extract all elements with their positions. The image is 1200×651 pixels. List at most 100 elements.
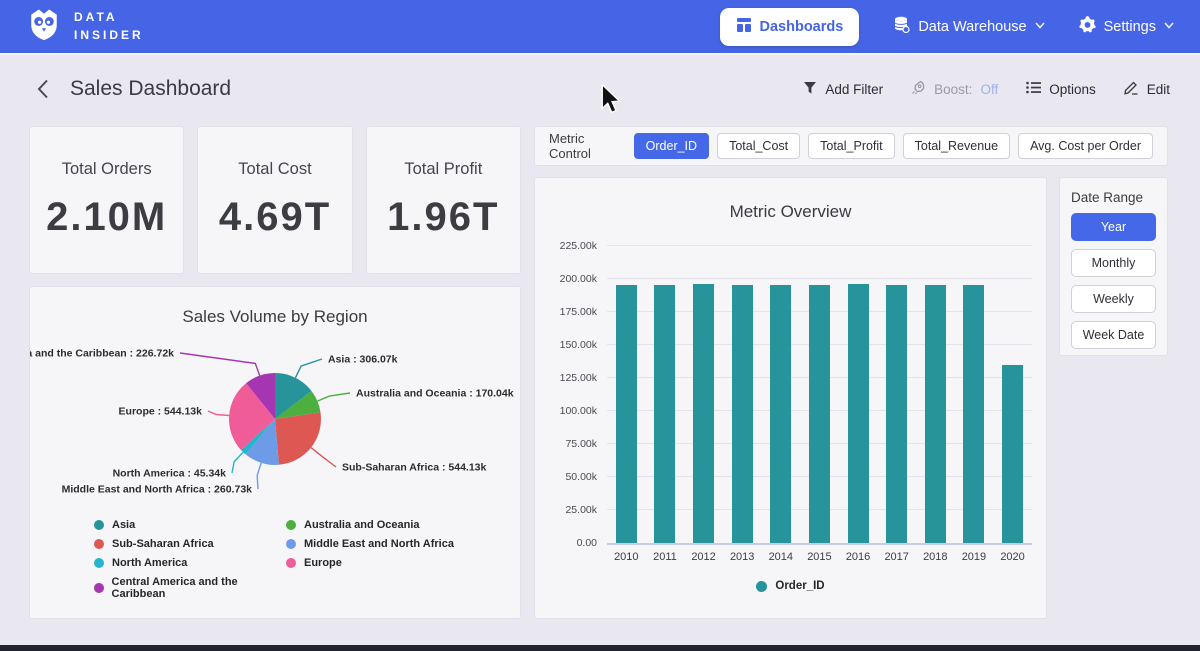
metric-overview-card: Metric Overview 225.00k200.00k175.00k150… <box>535 178 1046 618</box>
pie-callout-label: Central America and the Caribbean : 226.… <box>30 348 174 360</box>
x-tick-label: 2011 <box>648 551 682 563</box>
bar-2014[interactable] <box>770 285 791 543</box>
pie-legend-column: Australia and Oceania Middle East and Nor… <box>286 519 454 600</box>
bar-2013[interactable] <box>732 285 753 543</box>
legend-label: North America <box>112 557 187 569</box>
y-tick-label: 175.00k <box>560 306 597 318</box>
chevron-down-icon <box>1164 21 1174 32</box>
legend-label: Central America and the Caribbean <box>112 576 286 600</box>
legend-label: Asia <box>112 519 135 531</box>
pie-slice-sub-saharan-africa[interactable] <box>275 412 321 464</box>
pie-leader-line <box>180 353 260 376</box>
legend-item-middle-east-and-north-africa[interactable]: Middle East and North Africa <box>286 538 454 550</box>
metric-chip-total-cost[interactable]: Total_Cost <box>717 133 800 159</box>
bar-chart-plot: 225.00k200.00k175.00k150.00k125.00k100.0… <box>607 240 1032 545</box>
page-title: Sales Dashboard <box>70 77 231 101</box>
bar-chart-x-axis: 2010201120122013201420152016201720182019… <box>607 551 1032 563</box>
x-tick-label: 2012 <box>687 551 721 563</box>
kpi-value: 1.96T <box>387 195 499 240</box>
dashboards-grid-icon <box>736 17 752 37</box>
kpi-card: Total Orders 2.10M <box>30 127 183 273</box>
bar-2010[interactable] <box>616 285 637 543</box>
bar-2011[interactable] <box>654 285 675 543</box>
legend-item-asia[interactable]: Asia <box>94 519 286 531</box>
y-tick-label: 50.00k <box>565 471 597 483</box>
bottom-strip <box>0 645 1200 651</box>
funnel-icon <box>803 81 817 98</box>
sales-volume-card: Sales Volume by Region Asia : 306.07kAus… <box>30 287 520 618</box>
pie-leader-line <box>311 448 336 467</box>
kpi-label: Total Cost <box>238 160 311 179</box>
date-range-week-date[interactable]: Week Date <box>1071 321 1156 349</box>
x-tick-label: 2010 <box>609 551 643 563</box>
date-range-weekly[interactable]: Weekly <box>1071 285 1156 313</box>
kpi-row: Total Orders 2.10M Total Cost 4.69T Total Pr… <box>30 127 520 273</box>
brand-text: DATA INSIDER <box>74 9 144 44</box>
data-warehouse-label: Data Warehouse <box>918 19 1026 35</box>
x-tick-label: 2015 <box>802 551 836 563</box>
edit-button[interactable]: Edit <box>1124 80 1170 98</box>
pie-leader-line <box>295 359 322 378</box>
legend-item-sub-saharan-africa[interactable]: Sub-Saharan Africa <box>94 538 286 550</box>
metric-chips: Order_ID Total_Cost Total_Profit Total_Reve… <box>634 133 1153 159</box>
bar-2020[interactable] <box>1002 365 1023 543</box>
date-range-card: Date Range Year Monthly Weekly Week Date <box>1060 178 1167 355</box>
data-warehouse-menu[interactable]: Data Warehouse <box>893 16 1044 37</box>
pie-chart: Asia : 306.07kAustralia and Oceania : 17… <box>30 331 516 511</box>
date-range-year[interactable]: Year <box>1071 213 1156 241</box>
owl-logo-icon <box>26 7 62 46</box>
add-filter-button[interactable]: Add Filter <box>803 81 883 98</box>
legend-item-north-america[interactable]: North America <box>94 557 286 569</box>
dashboards-label: Dashboards <box>760 19 844 35</box>
bar-chart-title: Metric Overview <box>535 178 1046 222</box>
bar-2015[interactable] <box>809 285 830 543</box>
pie-legend-column: Asia Sub-Saharan Africa North America Centr… <box>94 519 286 600</box>
metric-control-label: Metric Control <box>549 131 618 161</box>
settings-menu[interactable]: Settings <box>1079 16 1174 37</box>
metric-control-bar: Metric Control Order_ID Total_Cost Total_P… <box>535 127 1167 165</box>
metric-chip-total-revenue[interactable]: Total_Revenue <box>903 133 1010 159</box>
options-button[interactable]: Options <box>1026 81 1096 97</box>
kpi-value: 2.10M <box>46 195 167 240</box>
x-tick-label: 2016 <box>841 551 875 563</box>
metric-chip-avg-cost-per-order[interactable]: Avg. Cost per Order <box>1018 133 1153 159</box>
dashboards-button[interactable]: Dashboards <box>720 8 860 46</box>
legend-dot <box>286 558 296 568</box>
x-tick-label: 2019 <box>957 551 991 563</box>
pie-chart-legend: Asia Sub-Saharan Africa North America Centr… <box>94 519 520 600</box>
kpi-label: Total Profit <box>404 160 482 179</box>
date-range-buttons: Year Monthly Weekly Week Date <box>1071 213 1156 349</box>
date-range-label: Date Range <box>1071 190 1156 205</box>
kpi-value: 4.69T <box>219 195 331 240</box>
y-tick-label: 225.00k <box>560 240 597 252</box>
x-tick-label: 2013 <box>725 551 759 563</box>
kpi-label: Total Orders <box>62 160 152 179</box>
x-tick-label: 2020 <box>996 551 1030 563</box>
bar-2017[interactable] <box>886 285 907 543</box>
bar-2019[interactable] <box>963 285 984 543</box>
add-filter-label: Add Filter <box>825 82 883 97</box>
date-range-monthly[interactable]: Monthly <box>1071 249 1156 277</box>
bar-2016[interactable] <box>848 284 869 543</box>
y-tick-label: 75.00k <box>565 438 597 450</box>
bar-chart-legend[interactable]: Order_ID <box>535 580 1046 592</box>
settings-label: Settings <box>1104 19 1156 35</box>
legend-label: Europe <box>304 557 342 569</box>
y-tick-label: 150.00k <box>560 339 597 351</box>
legend-dot <box>756 581 767 592</box>
pie-callout-label: Sub-Saharan Africa : 544.13k <box>342 462 486 474</box>
bar-2012[interactable] <box>693 284 714 543</box>
back-button[interactable] <box>30 76 56 102</box>
legend-dot <box>94 583 104 593</box>
bar-2018[interactable] <box>925 285 946 543</box>
legend-item-europe[interactable]: Europe <box>286 557 454 569</box>
chevron-down-icon <box>1035 21 1045 32</box>
options-label: Options <box>1049 82 1096 97</box>
metric-chip-order-id[interactable]: Order_ID <box>634 133 709 159</box>
y-tick-label: 125.00k <box>560 372 597 384</box>
boost-toggle[interactable]: Boost: Off <box>911 80 998 98</box>
metric-chip-total-profit[interactable]: Total_Profit <box>808 133 895 159</box>
x-tick-label: 2017 <box>880 551 914 563</box>
legend-item-australia-and-oceania[interactable]: Australia and Oceania <box>286 519 454 531</box>
legend-item-central-america-and-the-caribbean[interactable]: Central America and the Caribbean <box>94 576 286 600</box>
